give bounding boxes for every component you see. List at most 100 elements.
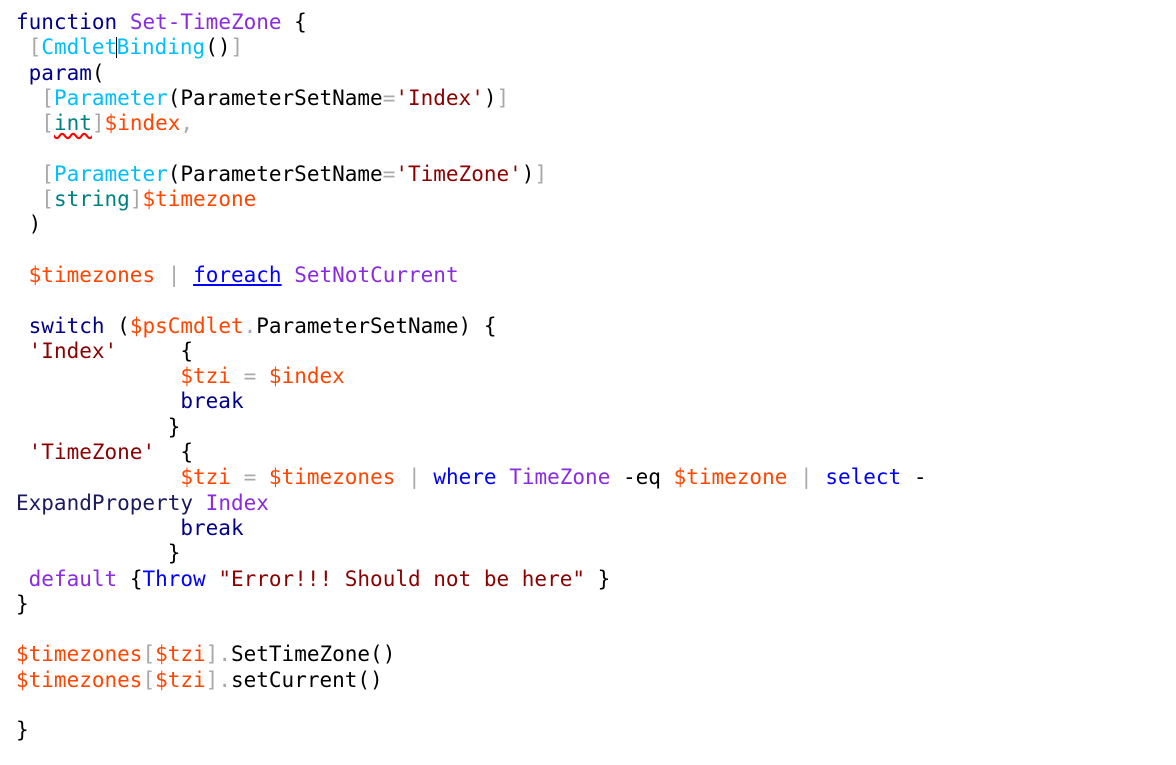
code-token-operator: = (243, 465, 257, 490)
code-line[interactable]: [CmdletBinding()] (16, 35, 1176, 60)
code-line[interactable]: ) (16, 212, 1176, 237)
code-line[interactable]: [Parameter(ParameterSetName='TimeZone')] (16, 162, 1176, 187)
code-line[interactable]: default {Throw "Error!!! Should not be h… (16, 567, 1176, 592)
code-token-attribute: Cmdlet (41, 35, 118, 60)
code-line[interactable] (16, 136, 1176, 161)
code-token-variable: $timezones (28, 262, 156, 287)
code-token-variable: $index (104, 111, 181, 136)
code-token-operator: | (800, 465, 813, 490)
code-token-operator: ] (534, 161, 548, 186)
code-line[interactable]: break (16, 516, 1176, 541)
code-line[interactable]: [Parameter(ParameterSetName='Index')] (16, 86, 1176, 111)
code-token-attribute: Parameter (53, 161, 168, 186)
code-token-variable: $timezones (268, 465, 396, 490)
code-line[interactable]: 'Index' { (16, 339, 1176, 364)
code-token-operator: [ (142, 642, 156, 667)
code-line[interactable]: [int]$index, (16, 111, 1176, 136)
code-token-variable: $psCmdlet (129, 313, 244, 338)
code-token-operator: = (382, 161, 396, 186)
code-token-variable: $tzi (180, 465, 231, 490)
code-line[interactable]: $tzi = $timezones | where TimeZone -eq $… (16, 465, 1176, 490)
code-token-command: select (825, 465, 902, 490)
code-line[interactable]: $timezones[$tzi].SetTimeZone() (16, 642, 1176, 667)
code-token-variable: $tzi (180, 364, 231, 389)
code-token-dark: ExpandProperty (16, 490, 194, 515)
code-token-function-name: Index (205, 490, 269, 515)
code-line[interactable]: [string]$timezone (16, 187, 1176, 212)
code-token-string: "Error!!! Should not be here" (218, 566, 585, 591)
code-token-string: 'TimeZone' (28, 440, 156, 465)
code-token-operator: ] (230, 35, 244, 60)
code-token-command: where (433, 465, 497, 490)
code-token-operator: [ (41, 85, 54, 110)
code-line[interactable]: 'TimeZone' { (16, 440, 1176, 465)
code-line[interactable] (16, 693, 1176, 718)
code-token-operator: . (218, 642, 231, 667)
code-token-attribute: Parameter (53, 85, 168, 110)
code-token-keyword: param (28, 60, 92, 85)
code-token-operator: = (382, 85, 396, 110)
code-line[interactable] (16, 617, 1176, 642)
code-token-command: Throw (142, 566, 206, 591)
code-token-variable: $timezone (142, 187, 257, 212)
code-line[interactable]: } (16, 541, 1176, 566)
code-line[interactable]: $tzi = $index (16, 364, 1176, 389)
code-token-operator: ] (496, 85, 510, 110)
code-line[interactable]: ExpandProperty Index (16, 491, 1176, 516)
code-token-function-name: SetNotCurrent (294, 262, 459, 287)
code-token-command-error: foreach (193, 262, 282, 287)
code-token-plain: } (16, 414, 181, 439)
code-line[interactable]: break (16, 389, 1176, 414)
code-token-operator: ] (205, 667, 219, 692)
code-line[interactable]: $timezones[$tzi].setCurrent() (16, 668, 1176, 693)
code-token-plain: { (281, 10, 307, 34)
code-line[interactable]: param( (16, 61, 1176, 86)
code-line[interactable]: } (16, 415, 1176, 440)
code-token-operator: [ (142, 667, 156, 692)
code-token-plain: SetTimeZone() (230, 642, 396, 667)
code-line[interactable] (16, 238, 1176, 263)
code-token-operator: [ (41, 111, 54, 136)
code-line[interactable]: } (16, 718, 1176, 743)
code-token-plain: ) (16, 212, 42, 237)
code-token-function-name: TimeZone (509, 465, 611, 490)
code-line[interactable] (16, 288, 1176, 313)
code-token-plain: - (901, 465, 927, 490)
code-line[interactable]: switch ($psCmdlet.ParameterSetName) { (16, 314, 1176, 339)
code-line[interactable]: $timezones | foreach SetNotCurrent (16, 263, 1176, 288)
code-token-operator: . (243, 313, 257, 338)
code-line[interactable]: } (16, 592, 1176, 617)
code-token-plain: { (117, 338, 194, 363)
code-editor-pane[interactable]: function Set-TimeZone { [CmdletBinding()… (0, 0, 1176, 765)
code-token-plain: ( (91, 60, 105, 85)
code-token-string: 'Index' (395, 85, 484, 110)
code-token-plain: } (16, 541, 181, 566)
code-line[interactable]: function Set-TimeZone { (16, 10, 1176, 35)
code-token-plain: } (585, 566, 611, 591)
code-token-plain: { (117, 566, 143, 591)
code-text-area[interactable]: function Set-TimeZone { [CmdletBinding()… (16, 10, 1176, 744)
code-token-plain: ( (104, 313, 130, 338)
code-token-plain: { (155, 440, 194, 465)
code-token-attribute: Binding (116, 35, 206, 60)
code-token-plain: -eq (610, 465, 674, 490)
code-token-variable: $timezones (16, 667, 143, 692)
